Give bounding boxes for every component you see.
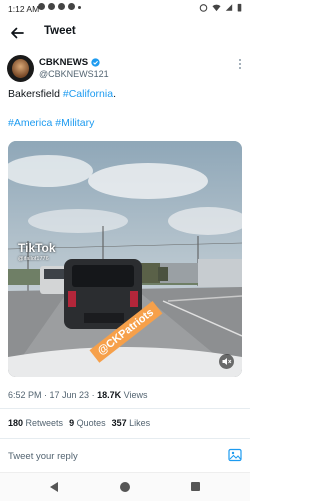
- alarm-icon: [199, 4, 208, 12]
- tiktok-notification-icon: [58, 3, 65, 10]
- image-icon[interactable]: [228, 448, 242, 462]
- verified-badge-icon: [91, 58, 100, 67]
- quotes-label: Quotes: [74, 418, 106, 428]
- meta-separator: ·: [41, 390, 50, 400]
- signal-icon: [225, 4, 233, 11]
- system-icons: [199, 3, 242, 12]
- tweet-timestamp: 6:52 PM · 17 Jun 23 · 18.7K Views: [8, 390, 147, 400]
- meta-separator-2: ·: [89, 390, 98, 400]
- hashtag-america[interactable]: #America: [8, 117, 52, 129]
- battery-icon: [237, 3, 242, 12]
- more-options-icon[interactable]: [237, 57, 243, 71]
- author-name: CBKNEWS: [39, 57, 89, 68]
- tweet-text-end: .: [113, 88, 116, 100]
- message-icon: [38, 3, 45, 10]
- likes-count: 357: [111, 418, 127, 428]
- status-time: 1:12 AM: [8, 4, 40, 14]
- nav-back-icon[interactable]: [50, 482, 58, 492]
- arrow-left-icon[interactable]: [8, 24, 26, 42]
- views-label: Views: [121, 390, 148, 400]
- tiktok-notification-icon-2: [68, 3, 75, 10]
- retweets-label: Retweets: [23, 418, 64, 428]
- tweet-text-line2: #America #Military: [8, 117, 94, 129]
- nav-recents-icon[interactable]: [191, 482, 200, 491]
- tweet-stats: 180 Retweets 9 Quotes 357 Likes: [8, 418, 150, 428]
- divider: [0, 408, 250, 409]
- views-count[interactable]: 18.7K: [97, 390, 121, 400]
- page-title: Tweet: [44, 25, 76, 37]
- tweet-text: Bakersfield: [8, 88, 63, 100]
- notification-icons: [38, 3, 81, 10]
- hashtag-california[interactable]: #California: [63, 88, 113, 100]
- volume-off-icon: [222, 358, 232, 365]
- tweet-time: 6:52 PM: [8, 390, 42, 400]
- phone-icon: [48, 3, 55, 10]
- tweet-author[interactable]: CBKNEWS @CBKNEWS121: [7, 52, 243, 84]
- wifi-icon: [212, 4, 221, 12]
- likes-stat[interactable]: 357 Likes: [112, 418, 151, 428]
- tweet-date: 17 Jun 23: [49, 390, 90, 400]
- likes-label: Likes: [126, 418, 151, 428]
- divider: [0, 438, 250, 439]
- tweet-video[interactable]: @CKPatriots TikTok @ifallof1776: [8, 141, 242, 377]
- mute-button[interactable]: [219, 354, 234, 369]
- author-name-row: CBKNEWS: [39, 57, 100, 68]
- tiktok-logo: TikTok: [18, 241, 56, 255]
- reply-input[interactable]: Tweet your reply: [8, 451, 78, 462]
- retweets-stat[interactable]: 180 Retweets: [8, 418, 63, 428]
- status-bar: 1:12 AM: [0, 0, 250, 18]
- tweet-text-line1: Bakersfield #California.: [8, 88, 116, 100]
- retweets-count: 180: [8, 418, 24, 428]
- tiktok-username: @ifallof1776: [18, 256, 49, 262]
- top-bar: Tweet: [0, 18, 250, 48]
- avatar[interactable]: [7, 55, 34, 82]
- hashtag-military[interactable]: #Military: [55, 117, 94, 129]
- more-notifications-icon: [78, 6, 81, 9]
- tiktok-watermark: TikTok @ifallof1776: [18, 241, 56, 262]
- quotes-stat[interactable]: 9 Quotes: [69, 418, 106, 428]
- nav-home-icon[interactable]: [120, 482, 130, 492]
- system-navigation-bar: [0, 472, 250, 501]
- author-handle: @CBKNEWS121: [39, 69, 109, 79]
